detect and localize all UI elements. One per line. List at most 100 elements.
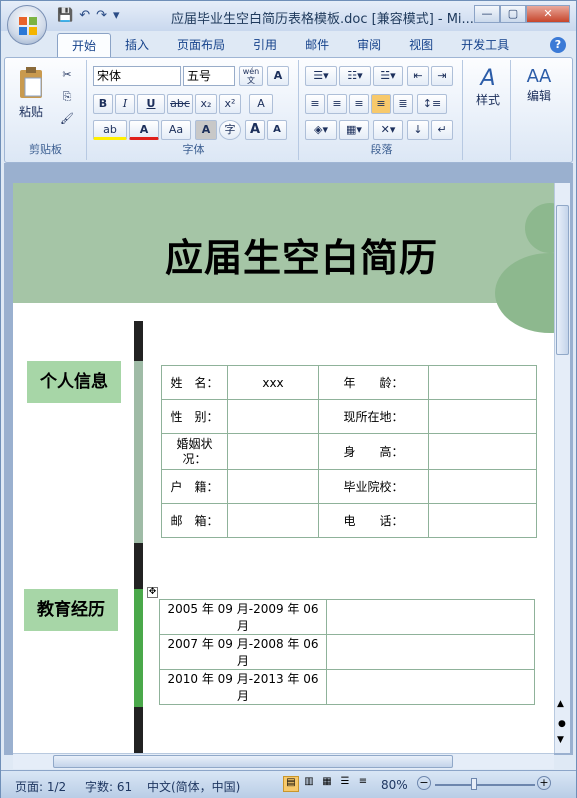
qat-more-icon[interactable]: ▾ xyxy=(113,8,120,23)
cell-value[interactable] xyxy=(428,433,537,470)
zoom-slider-thumb[interactable] xyxy=(470,778,477,790)
tab-page-layout[interactable]: 页面布局 xyxy=(163,33,239,57)
cell-value[interactable] xyxy=(428,469,537,504)
italic-button[interactable]: I xyxy=(115,94,135,114)
tab-mailings[interactable]: 邮件 xyxy=(291,33,343,57)
increase-indent-icon[interactable]: ⇥ xyxy=(431,66,453,86)
justify-icon[interactable]: ≡ xyxy=(371,94,391,114)
distributed-icon[interactable]: ≣ xyxy=(393,94,413,114)
cell-label: 性 别： xyxy=(161,399,228,434)
undo-icon[interactable]: ↶ xyxy=(79,8,90,23)
page-count[interactable]: 页面: 1/2 xyxy=(15,778,66,795)
multilevel-list-icon[interactable]: ☱▾ xyxy=(373,66,403,86)
cell-value[interactable]: xxx xyxy=(227,365,319,400)
zoom-level[interactable]: 80% xyxy=(381,778,408,792)
cell-value[interactable] xyxy=(227,399,319,434)
cell-value[interactable] xyxy=(227,503,319,538)
change-case-button[interactable]: Aa xyxy=(161,120,191,140)
maximize-button[interactable]: ▢ xyxy=(500,5,526,23)
decrease-indent-icon[interactable]: ⇤ xyxy=(407,66,429,86)
styles-button[interactable]: A 样式 xyxy=(470,66,506,108)
close-button[interactable]: ✕ xyxy=(526,5,570,23)
line-spacing-icon[interactable]: ↕≡ xyxy=(417,94,447,114)
language-indicator[interactable]: 中文(简体，中国) xyxy=(147,778,240,795)
scroll-thumb[interactable] xyxy=(556,205,569,355)
zoom-slider[interactable] xyxy=(435,784,535,786)
format-painter-icon[interactable]: 🖌 xyxy=(57,110,77,130)
select-browse-icon[interactable]: ● xyxy=(558,719,566,729)
tab-view[interactable]: 视图 xyxy=(395,33,447,57)
shrink-font-button[interactable]: A xyxy=(267,120,287,140)
word-count[interactable]: 字数: 61 xyxy=(85,778,132,795)
enclose-char-button[interactable]: 字 xyxy=(219,120,241,140)
highlight-button[interactable]: ab xyxy=(93,120,127,140)
tab-insert[interactable]: 插入 xyxy=(111,33,163,57)
next-page-icon[interactable]: ▼ xyxy=(557,735,564,745)
edu-period[interactable]: 2005 年 09 月-2009 年 06 月 xyxy=(159,599,327,635)
subscript-button[interactable]: x₂ xyxy=(195,94,217,114)
cell-value[interactable] xyxy=(227,469,319,504)
shading-icon[interactable]: ◈▾ xyxy=(305,120,337,140)
numbering-icon[interactable]: ☷▾ xyxy=(339,66,371,86)
prev-page-icon[interactable]: ▲ xyxy=(557,699,564,709)
superscript-button[interactable]: x² xyxy=(219,94,241,114)
copy-icon[interactable]: ⎘ xyxy=(57,88,77,108)
cell-value[interactable] xyxy=(428,503,537,538)
paste-button[interactable]: 粘贴 xyxy=(13,66,49,134)
table-move-handle-icon[interactable]: ✥ xyxy=(147,587,158,598)
help-icon[interactable]: ? xyxy=(550,37,566,53)
minimize-button[interactable]: — xyxy=(474,5,500,23)
cell-value[interactable] xyxy=(428,365,537,400)
font-color-button[interactable]: A xyxy=(129,120,159,140)
tab-references[interactable]: 引用 xyxy=(239,33,291,57)
font-name-select[interactable]: 宋体 xyxy=(93,66,181,86)
char-shading-button[interactable]: A xyxy=(195,120,217,140)
align-center-icon[interactable]: ≡ xyxy=(327,94,347,114)
edu-detail[interactable] xyxy=(326,634,535,670)
bar-mid xyxy=(134,543,143,589)
web-layout-icon[interactable]: ▦ xyxy=(319,776,335,792)
align-left-icon[interactable]: ≡ xyxy=(305,94,325,114)
paragraph-group: ☰▾ ☷▾ ☱▾ ⇤ ⇥ ≡ ≡ ≡ ≡ ≣ ↕≡ ◈▾ ▦▾ ✕▾ ↓ ↵ 段… xyxy=(301,60,463,160)
bold-button[interactable]: B xyxy=(93,94,113,114)
phonetic-guide-button[interactable]: wén 文 xyxy=(239,66,263,86)
cell-value[interactable] xyxy=(227,433,319,470)
underline-button[interactable]: U xyxy=(137,94,165,114)
print-layout-icon[interactable]: ▤ xyxy=(283,776,299,792)
document-page[interactable]: 应届生空白简历 个人信息 教育经历 姓 名： xxx 年 龄： 性 别： 现所在… xyxy=(13,183,555,753)
show-marks-icon[interactable]: ↵ xyxy=(431,120,453,140)
chinese-layout-icon[interactable]: ✕▾ xyxy=(373,120,403,140)
borders-icon[interactable]: ▦▾ xyxy=(339,120,369,140)
edu-detail[interactable] xyxy=(326,669,535,705)
tab-home[interactable]: 开始 xyxy=(57,33,112,57)
align-right-icon[interactable]: ≡ xyxy=(349,94,369,114)
clipboard-group: 粘贴 ✂ ⎘ 🖌 剪贴板 xyxy=(5,60,87,160)
tab-review[interactable]: 审阅 xyxy=(343,33,395,57)
strikethrough-button[interactable]: abc xyxy=(167,94,193,114)
clear-format-button[interactable]: A xyxy=(249,94,273,114)
paste-icon xyxy=(20,67,42,98)
draft-icon[interactable]: ≡ xyxy=(355,776,371,792)
zoom-out-icon[interactable]: − xyxy=(417,776,431,790)
vertical-scrollbar[interactable]: ▲ ● ▼ xyxy=(554,183,570,753)
char-border-button[interactable]: A xyxy=(267,66,289,86)
bullets-icon[interactable]: ☰▾ xyxy=(305,66,337,86)
edu-detail[interactable] xyxy=(326,599,535,635)
zoom-in-icon[interactable]: + xyxy=(537,776,551,790)
horizontal-scrollbar[interactable] xyxy=(13,753,554,769)
tab-developer[interactable]: 开发工具 xyxy=(447,33,523,57)
sort-icon[interactable]: ↓ xyxy=(407,120,429,140)
grow-font-button[interactable]: A xyxy=(245,120,265,140)
cut-icon[interactable]: ✂ xyxy=(57,66,77,86)
save-icon[interactable]: 💾 xyxy=(57,8,73,23)
edu-period[interactable]: 2007 年 09 月-2008 年 06 月 xyxy=(159,634,327,670)
edit-button[interactable]: ꓮꓮ 编辑 xyxy=(519,66,559,104)
font-size-select[interactable]: 五号 xyxy=(183,66,235,86)
h-scroll-thumb[interactable] xyxy=(53,755,453,768)
office-button[interactable] xyxy=(7,5,47,45)
full-screen-reading-icon[interactable]: ▥ xyxy=(301,776,317,792)
cell-value[interactable] xyxy=(428,399,537,434)
edu-period[interactable]: 2010 年 09 月-2013 年 06 月 xyxy=(159,669,327,705)
redo-icon[interactable]: ↷ xyxy=(96,8,107,23)
outline-icon[interactable]: ☰ xyxy=(337,776,353,792)
